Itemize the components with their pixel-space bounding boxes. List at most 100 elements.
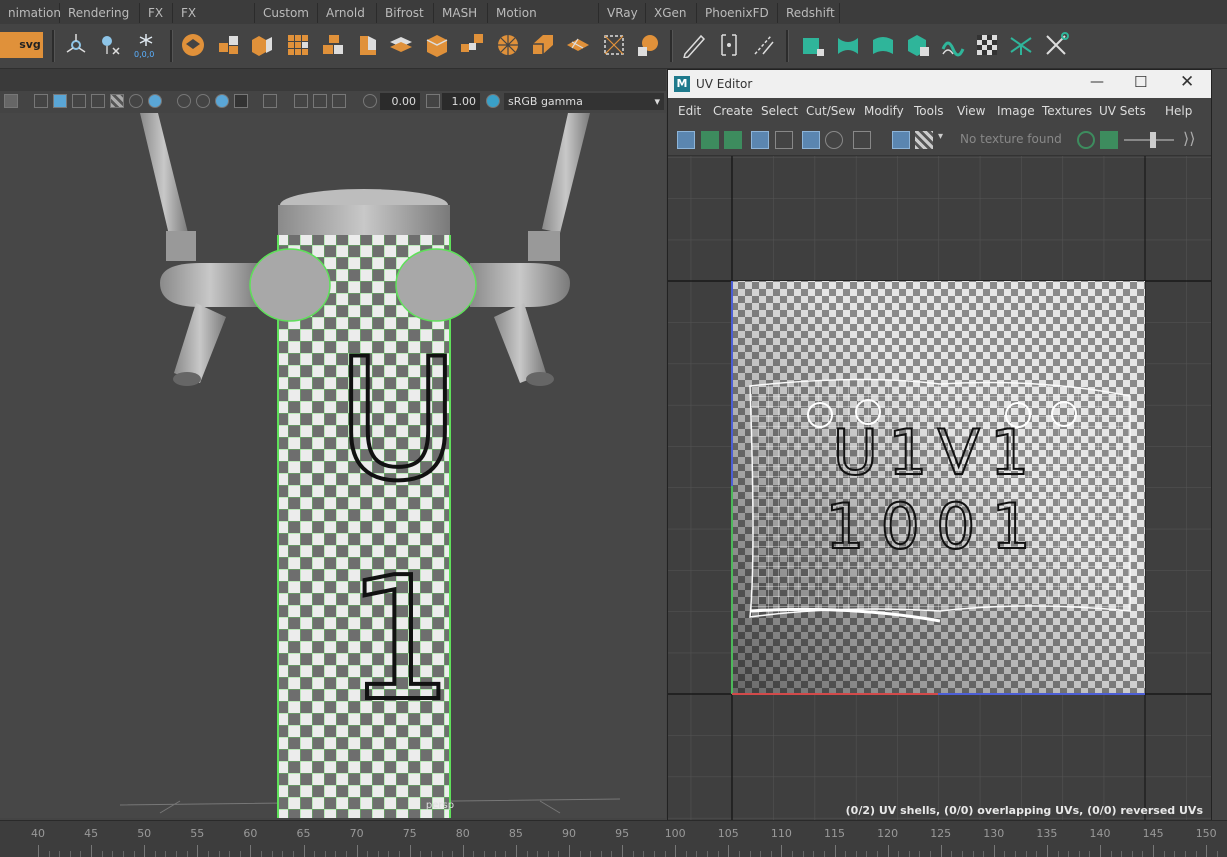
stack-icon[interactable] bbox=[320, 32, 346, 58]
cache-icon[interactable] bbox=[180, 32, 206, 58]
sphere-grid-icon[interactable] bbox=[495, 32, 521, 58]
uv-menu-item[interactable]: Help bbox=[1165, 104, 1192, 118]
shelf-tab[interactable]: PhoenixFD bbox=[697, 3, 778, 23]
particle-tool-icon[interactable] bbox=[97, 32, 123, 58]
uv-canvas[interactable]: U1V1 1001 (0/2) UV shells, (0/0) overlap… bbox=[668, 156, 1211, 820]
gamma-field[interactable]: 1.00 bbox=[442, 93, 480, 110]
uv-menu-item[interactable]: Modify bbox=[864, 104, 904, 118]
exposure-slider-handle[interactable] bbox=[1150, 132, 1156, 148]
snapshot-icon[interactable] bbox=[853, 131, 871, 149]
xray-active-icon[interactable] bbox=[313, 94, 327, 108]
cluster-icon[interactable] bbox=[905, 32, 931, 58]
grid-cubes-icon[interactable] bbox=[285, 32, 311, 58]
texture-menu-arrow-icon[interactable]: ▾ bbox=[938, 131, 943, 142]
wave-icon[interactable] bbox=[940, 32, 966, 58]
bevel-icon[interactable] bbox=[354, 32, 380, 58]
lattice-icon[interactable] bbox=[800, 32, 826, 58]
shelf-tab[interactable]: FX Caching bbox=[173, 3, 255, 40]
perspective-viewport[interactable]: U 1 persp bbox=[0, 113, 666, 818]
cubes-icon[interactable] bbox=[216, 32, 242, 58]
mirror-icon[interactable] bbox=[635, 32, 661, 58]
uv-isolate-icon[interactable] bbox=[701, 131, 719, 149]
uv-menu-item[interactable]: Image bbox=[997, 104, 1035, 118]
extrude-icon[interactable] bbox=[424, 32, 450, 58]
curve-bracket-icon[interactable] bbox=[716, 32, 742, 58]
uv-snap-icon[interactable] bbox=[724, 131, 742, 149]
shelf-tool-icon[interactable] bbox=[0, 32, 18, 58]
shelf-tab[interactable]: Rendering bbox=[60, 3, 140, 23]
uv-shell-icon[interactable] bbox=[677, 131, 695, 149]
shaded-wireframe-icon[interactable] bbox=[72, 94, 86, 108]
plane-icon[interactable] bbox=[565, 32, 591, 58]
grid-toggle-icon[interactable] bbox=[802, 131, 820, 149]
uv-menu-item[interactable]: Create bbox=[713, 104, 753, 118]
smooth-icon[interactable] bbox=[530, 32, 556, 58]
depth-of-field-icon[interactable] bbox=[234, 94, 248, 108]
minimize-icon[interactable]: — bbox=[1090, 74, 1104, 90]
joint-icon[interactable] bbox=[1008, 32, 1034, 58]
motion-blur-icon[interactable] bbox=[196, 94, 210, 108]
colorspace-dropdown[interactable]: sRGB gamma ▾ bbox=[504, 93, 664, 110]
uv-menu-item[interactable]: View bbox=[957, 104, 985, 118]
flare-icon[interactable] bbox=[870, 32, 896, 58]
xray-icon[interactable] bbox=[294, 94, 308, 108]
toolbar-overflow-icon[interactable]: ⟩⟩ bbox=[1183, 129, 1195, 148]
bend-icon[interactable] bbox=[835, 32, 861, 58]
shaded-uv-icon[interactable] bbox=[751, 131, 769, 149]
pixel-snap-icon[interactable] bbox=[825, 131, 843, 149]
uv-menu-item[interactable]: Edit bbox=[678, 104, 701, 118]
image-ratio-icon[interactable] bbox=[1100, 131, 1118, 149]
svg-tool-icon[interactable]: svg bbox=[17, 32, 43, 58]
shadows-icon[interactable] bbox=[148, 94, 162, 108]
gamma-icon[interactable] bbox=[426, 94, 440, 108]
nparticles-icon[interactable]: 0,0,0 bbox=[133, 32, 159, 58]
uv-editor-titlebar[interactable]: M UV Editor — ☐ ✕ bbox=[668, 70, 1211, 98]
textured-icon[interactable] bbox=[110, 94, 124, 108]
exposure-icon[interactable] bbox=[363, 94, 377, 108]
texture-deformer-icon[interactable] bbox=[974, 32, 1000, 58]
lighting-icon[interactable] bbox=[129, 94, 143, 108]
default-material-icon[interactable] bbox=[91, 94, 105, 108]
layers-icon[interactable] bbox=[388, 32, 414, 58]
xray-joints-icon[interactable] bbox=[332, 94, 346, 108]
shelf-tab[interactable]: Redshift bbox=[778, 3, 840, 23]
wrench-icon[interactable] bbox=[1043, 32, 1069, 58]
shelf-tab[interactable]: nimation bbox=[0, 3, 61, 23]
refresh-texture-icon[interactable] bbox=[1077, 131, 1095, 149]
uv-menu-item[interactable]: Select bbox=[761, 104, 798, 118]
smooth-shade-icon[interactable] bbox=[53, 94, 67, 108]
texture-dropdown[interactable]: No texture found bbox=[960, 132, 1062, 146]
wireframe-icon[interactable] bbox=[34, 94, 48, 108]
checker-toggle-icon[interactable] bbox=[915, 131, 933, 149]
text-icon[interactable] bbox=[4, 94, 18, 108]
maximize-icon[interactable]: ☐ bbox=[1134, 73, 1147, 91]
exposure-slider[interactable] bbox=[1124, 139, 1174, 141]
shelf-tab[interactable]: MASH bbox=[434, 3, 488, 23]
combine-icon[interactable] bbox=[459, 32, 485, 58]
pencil-curve-icon[interactable] bbox=[681, 32, 707, 58]
shelf-tab[interactable]: FX bbox=[140, 3, 173, 23]
display-image-icon[interactable] bbox=[892, 131, 910, 149]
close-icon[interactable]: ✕ bbox=[1180, 72, 1194, 92]
isolate-select-icon[interactable] bbox=[263, 94, 277, 108]
emitter-icon[interactable] bbox=[63, 32, 89, 58]
uv-menu-item[interactable]: Textures bbox=[1042, 104, 1092, 118]
uv-menu-item[interactable]: UV Sets bbox=[1099, 104, 1146, 118]
shelf-tab[interactable]: Bifrost bbox=[377, 3, 434, 23]
shelf-tab[interactable]: VRay bbox=[599, 3, 646, 23]
shelf-tab[interactable]: Custom bbox=[255, 3, 318, 23]
shelf-tab[interactable]: Motion Graphics bbox=[488, 3, 599, 40]
uv-distortion-icon[interactable] bbox=[775, 131, 793, 149]
uv-menu-item[interactable]: Tools bbox=[914, 104, 944, 118]
uv-menu-item[interactable]: Cut/Sew bbox=[806, 104, 856, 118]
bounding-box-icon[interactable] bbox=[601, 32, 627, 58]
time-slider[interactable]: 40 45 50 55 60 65 70 75 80 85 90 95 100 105 110 115 120 1… bbox=[0, 820, 1227, 857]
shelf-tab[interactable]: Arnold bbox=[318, 3, 377, 23]
exposure-field[interactable]: 0.00 bbox=[380, 93, 420, 110]
shelf-tab[interactable]: XGen bbox=[646, 3, 697, 23]
screen-space-ao-icon[interactable] bbox=[177, 94, 191, 108]
split-cube-icon[interactable] bbox=[249, 32, 275, 58]
anti-aliasing-icon[interactable] bbox=[215, 94, 229, 108]
ep-curve-icon[interactable] bbox=[751, 32, 777, 58]
color-management-icon[interactable] bbox=[486, 94, 500, 108]
